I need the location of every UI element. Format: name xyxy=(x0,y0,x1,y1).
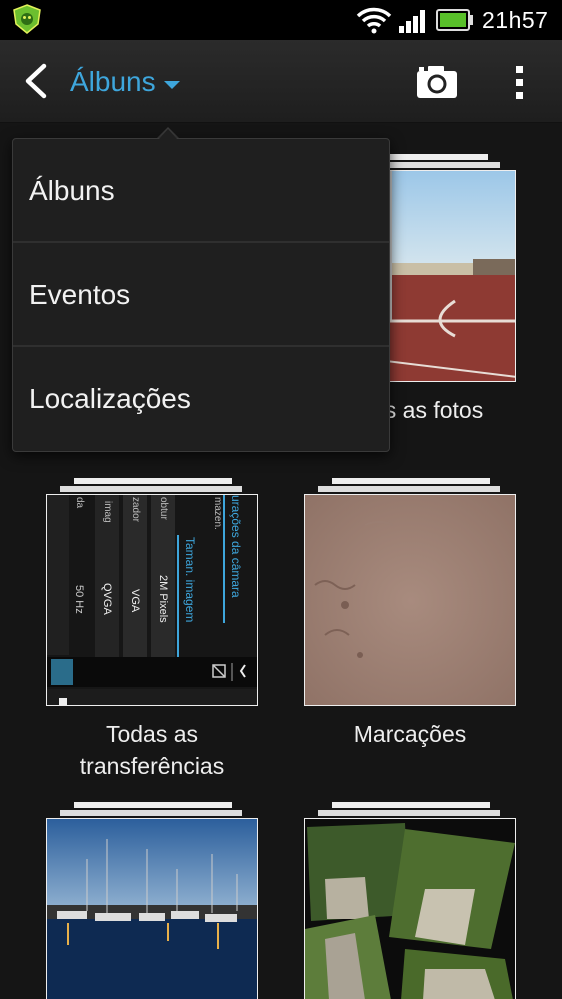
album-stack-edge xyxy=(74,802,232,808)
status-time: 21h57 xyxy=(482,7,549,33)
thumb-col-label: zador xyxy=(130,497,141,523)
sand-photo xyxy=(304,494,516,706)
thumb-settings-title: urações da câmara xyxy=(229,495,243,598)
status-bar: 21h57 xyxy=(0,0,562,40)
thumb-option: VGA xyxy=(129,589,141,613)
album-view-dropdown: Álbuns Eventos Localizações xyxy=(12,138,390,452)
album-stack-edge xyxy=(332,478,490,484)
album-stack-edge xyxy=(332,802,490,808)
album-stack-edge xyxy=(60,810,242,816)
page-title: Álbuns xyxy=(70,66,156,97)
dropdown-item-albums[interactable]: Álbuns xyxy=(13,139,389,242)
album-label-line: transferências xyxy=(79,753,225,779)
camera-settings-screenshot: urações da câmara Taman. imagem 2M Pixel… xyxy=(46,494,258,706)
thumb-frequency: 50 Hz xyxy=(73,585,85,614)
back-button[interactable] xyxy=(18,60,58,102)
action-bar: Álbuns xyxy=(0,40,562,123)
camera-button[interactable] xyxy=(414,62,460,102)
camera-icon xyxy=(417,66,457,98)
album-label: Todas as transferências xyxy=(46,718,258,782)
album-stack-edge xyxy=(74,478,232,484)
album-stack-edge xyxy=(60,486,242,492)
album-label: Marcações xyxy=(304,718,516,750)
thumb-col-label: obtur xyxy=(158,497,169,520)
signal-icon xyxy=(399,10,425,33)
thumb-option: QVGA xyxy=(101,583,113,615)
shield-app-icon xyxy=(13,4,41,34)
caret-down-icon xyxy=(163,81,180,89)
battery-icon xyxy=(436,9,473,31)
overflow-menu-icon xyxy=(516,66,523,99)
dropdown-item-label: Eventos xyxy=(29,278,131,310)
wifi-icon xyxy=(356,7,392,34)
thumb-col-label: imag xyxy=(102,501,113,523)
dropdown-pointer-fill xyxy=(159,129,177,139)
album-stack-edge xyxy=(318,486,500,492)
dropdown-item-label: Localizações xyxy=(29,382,191,414)
thumb-col-label: da xyxy=(74,497,85,509)
thumb-image-size: Taman. imagem xyxy=(183,537,197,623)
dropdown-item-events[interactable]: Eventos xyxy=(13,243,389,346)
thumb-col-label: mazen. xyxy=(212,497,223,530)
album-stack-edge xyxy=(318,810,500,816)
album-label-line: Todas as xyxy=(105,721,199,747)
album-view-selector[interactable]: Álbuns xyxy=(70,62,180,102)
album-label-text: Marcações xyxy=(353,721,467,747)
dropdown-item-label: Álbuns xyxy=(29,174,115,206)
album-label-text: s as fotos xyxy=(384,397,484,423)
dropdown-item-locations[interactable]: Localizações xyxy=(13,347,389,450)
marina-night-photo xyxy=(46,818,258,999)
overflow-menu-button[interactable] xyxy=(508,62,532,102)
thumb-option: 2M Pixels xyxy=(157,575,169,623)
park-collage-photo xyxy=(304,818,516,999)
chevron-left-icon xyxy=(25,63,47,99)
